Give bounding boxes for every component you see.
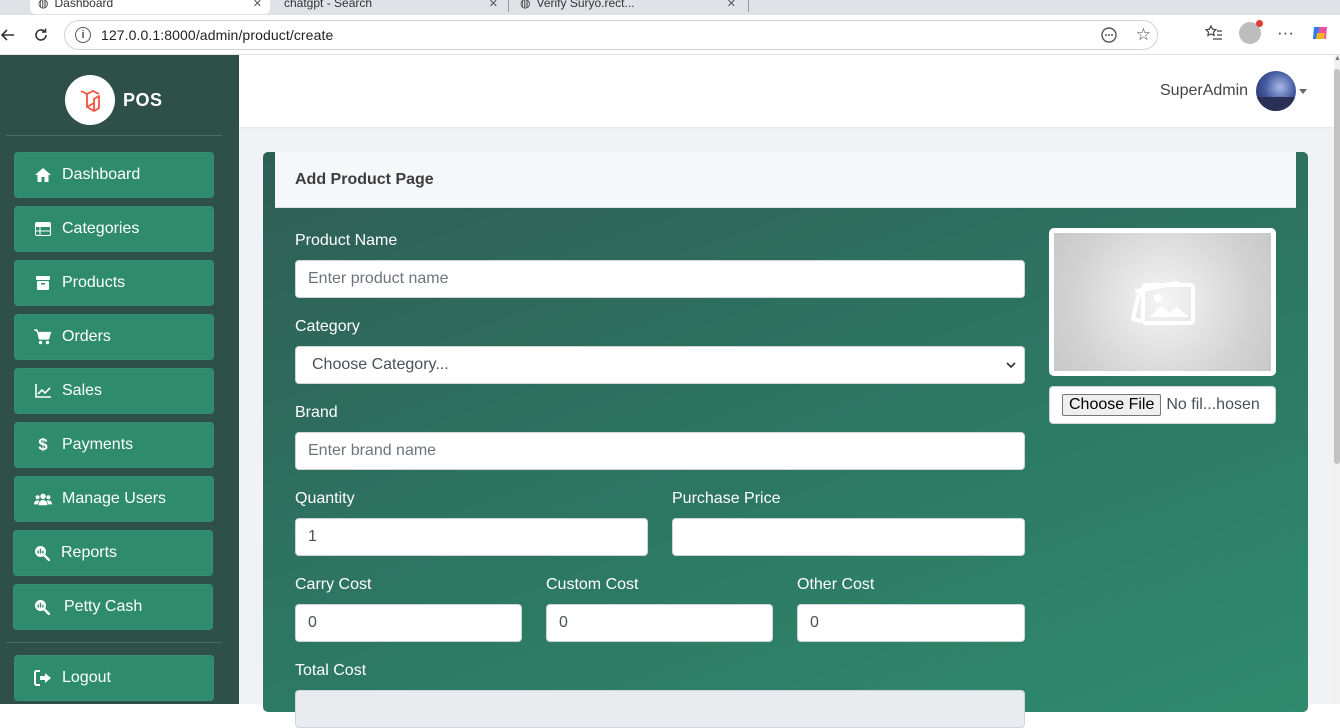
reload-icon[interactable] <box>27 21 55 49</box>
purchase-price-input[interactable] <box>672 518 1025 556</box>
total-cost-input <box>295 690 1025 728</box>
sidebar-item-label: Payments <box>62 436 134 453</box>
scrollbar-thumb[interactable] <box>1334 69 1340 464</box>
chart-line-icon <box>34 384 52 398</box>
tab-title: chatgpt - Search <box>284 0 373 10</box>
sidebar-item-petty-cash[interactable]: Petty Cash <box>13 584 213 630</box>
sidebar-item-label: Dashboard <box>62 166 141 183</box>
category-select[interactable]: Choose Category... <box>295 346 1025 384</box>
brand-label: Brand <box>295 404 338 421</box>
reading-mode-icon[interactable] <box>1100 26 1118 44</box>
globe-icon: ◍ <box>520 0 531 10</box>
cart-icon <box>34 329 52 345</box>
more-options-icon[interactable]: ··· <box>1277 23 1294 43</box>
laravel-logo-icon <box>65 75 115 125</box>
logout-icon <box>34 670 52 686</box>
quantity-input[interactable] <box>295 518 648 556</box>
file-status: No fil...hosen <box>1166 396 1260 413</box>
other-cost-label: Other Cost <box>797 576 875 593</box>
close-tab-icon[interactable]: ✕ <box>489 0 498 10</box>
caret-down-icon[interactable] <box>1299 89 1307 94</box>
close-tab-icon[interactable]: ✕ <box>253 0 262 10</box>
top-navbar: SuperAdmin <box>239 55 1340 127</box>
custom-cost-label: Custom Cost <box>546 576 639 593</box>
choose-file-button[interactable]: Choose File <box>1062 394 1162 416</box>
category-selected-value: Choose Category... <box>312 356 449 373</box>
image-placeholder <box>1054 233 1271 371</box>
tab-separator <box>508 0 509 12</box>
logout-label: Logout <box>62 669 111 686</box>
page-title: Add Product Page <box>295 171 434 188</box>
product-name-input[interactable] <box>295 260 1025 298</box>
search-chart-icon <box>33 599 51 615</box>
info-icon[interactable]: i <box>75 27 91 43</box>
category-label: Category <box>295 318 360 335</box>
add-product-card: Add Product Page Product Name Category C… <box>263 152 1308 728</box>
browser-tab-verify[interactable]: ◍ Verify Suryo.rect... ✕ <box>512 0 744 14</box>
carry-cost-label: Carry Cost <box>295 576 372 593</box>
close-tab-icon[interactable]: ✕ <box>727 0 736 10</box>
home-icon <box>34 167 52 183</box>
sidebar-item-label: Petty Cash <box>64 598 143 615</box>
logout-button[interactable]: Logout <box>14 655 214 701</box>
back-arrow-icon[interactable] <box>0 21 22 49</box>
purchase-price-label: Purchase Price <box>672 490 781 507</box>
divider <box>6 135 222 136</box>
brand-input[interactable] <box>295 432 1025 470</box>
sidebar-item-categories[interactable]: Categories <box>14 206 214 252</box>
browser-tab-search[interactable]: chatgpt - Search ✕ <box>276 0 506 14</box>
image-preview <box>1049 228 1276 376</box>
chevron-down-icon <box>1006 358 1016 372</box>
copilot-icon[interactable] <box>1310 23 1330 43</box>
table-icon <box>34 222 52 236</box>
user-name[interactable]: SuperAdmin <box>1160 82 1248 100</box>
browser-tab-dashboard[interactable]: ◍ Dashboard ✕ <box>30 0 270 14</box>
user-avatar[interactable] <box>1256 71 1296 111</box>
dollar-icon: $ <box>38 435 48 454</box>
scroll-up-arrow-icon[interactable]: ▲ <box>1334 55 1340 65</box>
browser-toolbar: i 127.0.0.1:8000/admin/product/create ☆ … <box>0 15 1340 55</box>
custom-cost-input[interactable] <box>546 604 773 642</box>
browser-tabstrip: ◍ Dashboard ✕ chatgpt - Search ✕ ◍ Verif… <box>0 0 1340 15</box>
sidebar-item-label: Products <box>62 274 126 291</box>
image-file-input[interactable]: Choose File No fil...hosen <box>1049 386 1276 424</box>
image-placeholder-icon <box>1129 271 1197 334</box>
page-scrollbar[interactable]: ▲ <box>1334 55 1340 704</box>
sidebar-item-label: Sales <box>62 382 103 399</box>
sidebar-item-manage-users[interactable]: Manage Users <box>14 476 214 522</box>
sidebar-item-label: Categories <box>62 220 140 237</box>
sidebar-item-label: Manage Users <box>62 490 167 507</box>
divider <box>6 642 222 643</box>
tab-title: Verify Suryo.rect... <box>536 0 635 10</box>
other-cost-input[interactable] <box>797 604 1025 642</box>
search-chart-icon <box>33 545 51 561</box>
card-header: Add Product Page <box>275 152 1296 208</box>
product-name-label: Product Name <box>295 232 398 249</box>
globe-icon: ◍ <box>38 0 49 10</box>
total-cost-label: Total Cost <box>295 662 367 679</box>
carry-cost-input[interactable] <box>295 604 522 642</box>
sidebar-item-payments[interactable]: $ Payments <box>14 422 214 468</box>
favorites-list-icon[interactable] <box>1205 24 1223 42</box>
url-text: 127.0.0.1:8000/admin/product/create <box>101 27 334 43</box>
sidebar-item-dashboard[interactable]: Dashboard <box>14 152 214 198</box>
favorite-star-icon[interactable]: ☆ <box>1136 25 1151 45</box>
sidebar-item-reports[interactable]: Reports <box>13 530 213 576</box>
brand[interactable]: POS <box>65 75 163 125</box>
brand-name: POS <box>123 89 163 110</box>
sidebar-item-orders[interactable]: Orders <box>14 314 214 360</box>
sidebar: POS Dashboard Categories Products Orders… <box>0 55 239 704</box>
quantity-label: Quantity <box>295 490 355 507</box>
sidebar-item-label: Orders <box>62 328 111 345</box>
users-icon <box>34 492 52 506</box>
box-icon <box>34 276 52 290</box>
address-bar[interactable]: i 127.0.0.1:8000/admin/product/create ☆ <box>64 20 1158 50</box>
sidebar-item-sales[interactable]: Sales <box>14 368 214 414</box>
tab-separator <box>748 0 749 12</box>
main-content: SuperAdmin Add Product Page Product Name… <box>239 55 1340 728</box>
tab-title: Dashboard <box>54 0 114 10</box>
sidebar-item-products[interactable]: Products <box>14 260 214 306</box>
profile-avatar-icon[interactable] <box>1239 20 1263 44</box>
sidebar-item-label: Reports <box>61 544 118 561</box>
